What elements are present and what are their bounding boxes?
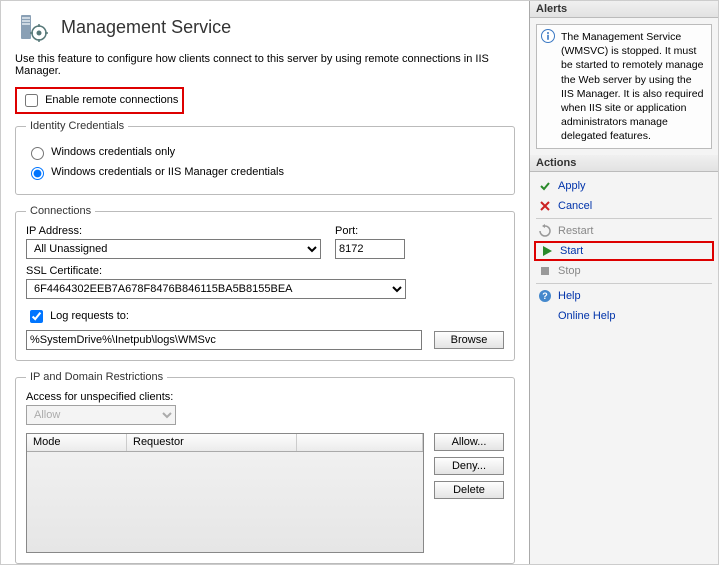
access-select[interactable]: Allow bbox=[26, 405, 176, 425]
table-header: Mode Requestor bbox=[27, 434, 423, 452]
radio-windows-only-label[interactable]: Windows credentials only bbox=[26, 146, 175, 158]
info-icon bbox=[541, 29, 555, 43]
help-action[interactable]: ? Help bbox=[530, 286, 718, 306]
restart-icon bbox=[538, 224, 552, 238]
log-requests-checkbox-label[interactable]: Log requests to: bbox=[26, 310, 129, 322]
ip-select[interactable]: All Unassigned bbox=[26, 239, 321, 259]
main-content: Management Service Use this feature to c… bbox=[1, 1, 529, 564]
enable-remote-checkbox[interactable] bbox=[25, 94, 38, 107]
restrictions-table[interactable]: Mode Requestor bbox=[26, 433, 424, 553]
separator-2 bbox=[536, 283, 712, 284]
radio-windows-or-iis[interactable] bbox=[31, 167, 44, 180]
actions-title: Actions bbox=[530, 155, 718, 172]
stop-action: Stop bbox=[530, 261, 718, 281]
cancel-icon bbox=[538, 199, 552, 213]
access-label: Access for unspecified clients: bbox=[26, 391, 176, 403]
apply-action[interactable]: Apply bbox=[530, 176, 718, 196]
alert-message: The Management Service (WMSVC) is stoppe… bbox=[536, 24, 712, 149]
online-help-action[interactable]: Online Help bbox=[530, 306, 718, 326]
stop-icon bbox=[538, 264, 552, 278]
help-icon: ? bbox=[538, 289, 552, 303]
page-title: Management Service bbox=[61, 17, 231, 38]
page-header: Management Service bbox=[15, 9, 515, 45]
port-label: Port: bbox=[335, 225, 405, 237]
restrictions-group: IP and Domain Restrictions Access for un… bbox=[15, 371, 515, 564]
alerts-title: Alerts bbox=[530, 1, 718, 18]
log-path-input[interactable] bbox=[26, 330, 422, 350]
start-action[interactable]: Start bbox=[534, 241, 714, 261]
ip-label: IP Address: bbox=[26, 225, 321, 237]
restart-action: Restart bbox=[530, 221, 718, 241]
connections-group: Connections IP Address: All Unassigned P… bbox=[15, 205, 515, 361]
identity-credentials-group: Identity Credentials Windows credentials… bbox=[15, 120, 515, 195]
separator bbox=[536, 218, 712, 219]
col-mode[interactable]: Mode bbox=[27, 434, 127, 451]
log-requests-checkbox[interactable] bbox=[30, 310, 43, 323]
actions-list: Apply Cancel Restart Start Stop bbox=[530, 172, 718, 330]
col-requestor[interactable]: Requestor bbox=[127, 434, 297, 451]
delete-button[interactable]: Delete bbox=[434, 481, 504, 499]
enable-remote-checkbox-label[interactable]: Enable remote connections bbox=[21, 94, 178, 106]
col-empty bbox=[297, 434, 423, 451]
page-description: Use this feature to configure how client… bbox=[15, 53, 515, 77]
port-input[interactable] bbox=[335, 239, 405, 259]
svg-text:?: ? bbox=[542, 291, 548, 301]
identity-legend: Identity Credentials bbox=[26, 120, 128, 132]
radio-windows-or-iis-label[interactable]: Windows credentials or IIS Manager crede… bbox=[26, 166, 284, 178]
connections-legend: Connections bbox=[26, 205, 95, 217]
radio-windows-only[interactable] bbox=[31, 147, 44, 160]
enable-remote-highlight: Enable remote connections bbox=[15, 87, 184, 114]
service-icon bbox=[15, 9, 51, 45]
apply-icon bbox=[538, 179, 552, 193]
ssl-select[interactable]: 6F4464302EEB7A678F8476B846115BA5B8155BEA bbox=[26, 279, 406, 299]
allow-button[interactable]: Allow... bbox=[434, 433, 504, 451]
spacer-icon bbox=[538, 309, 552, 323]
restrictions-legend: IP and Domain Restrictions bbox=[26, 371, 167, 383]
browse-button[interactable]: Browse bbox=[434, 331, 504, 349]
start-icon bbox=[540, 244, 554, 258]
side-panel: Alerts The Management Service (WMSVC) is… bbox=[529, 1, 718, 564]
deny-button[interactable]: Deny... bbox=[434, 457, 504, 475]
ssl-label: SSL Certificate: bbox=[26, 265, 406, 277]
cancel-action[interactable]: Cancel bbox=[530, 196, 718, 216]
